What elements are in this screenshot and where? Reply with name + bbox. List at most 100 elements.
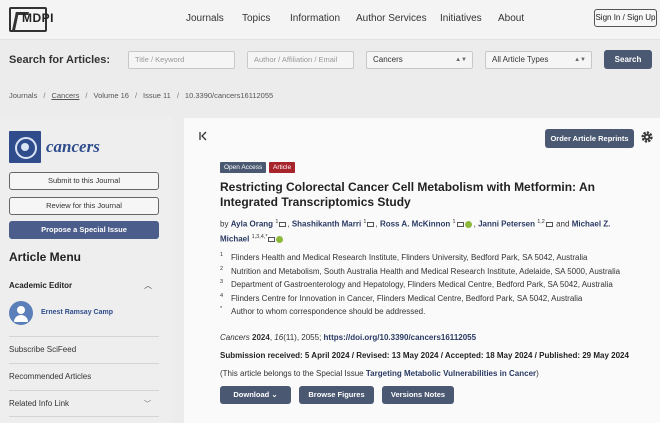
breadcrumb-separator: / <box>134 91 138 100</box>
nav-initiatives[interactable]: Initiatives <box>440 13 498 24</box>
journal-select-value: Cancers <box>373 55 403 64</box>
search-bar: Search for Articles: Title / Keyword Aut… <box>0 41 660 79</box>
breadcrumb-doi: 10.3390/cancers16112055 <box>184 91 274 100</box>
nav-about[interactable]: About <box>498 13 524 24</box>
nav-information[interactable]: Information <box>290 13 356 24</box>
editor-name-link[interactable]: Ernest Ramsay Camp <box>41 309 113 316</box>
breadcrumb-cancers[interactable]: Cancers <box>51 91 79 100</box>
email-icon[interactable] <box>456 222 464 228</box>
article-type-badge: Article <box>269 162 296 173</box>
by-label: by <box>220 219 229 229</box>
special-issue-suffix: ) <box>536 369 539 378</box>
email-icon[interactable] <box>545 222 553 228</box>
article-type-select[interactable]: All Article Types ▲▼ <box>485 51 592 69</box>
download-label: Download <box>233 390 270 399</box>
special-issue-note: (This article belongs to the Special Iss… <box>220 369 539 378</box>
and-label: and <box>556 219 570 229</box>
orcid-icon[interactable] <box>276 235 284 243</box>
gear-icon[interactable] <box>640 130 654 144</box>
author-list: by Ayla Orang 1, Shashikanth Marri 1, Ro… <box>220 219 611 244</box>
author-affil-sup: 1 <box>275 219 279 225</box>
divider <box>9 363 159 364</box>
article-title: Restricting Colorectal Cancer Cell Metab… <box>220 180 595 209</box>
title-keyword-input[interactable]: Title / Keyword <box>128 51 235 69</box>
download-button[interactable]: Download ⌄ <box>220 386 291 404</box>
versions-notes-button[interactable]: Versions Notes <box>382 386 454 404</box>
citation-journal: Cancers <box>220 333 250 342</box>
breadcrumb-issue[interactable]: Issue 11 <box>143 91 171 100</box>
chevron-down-icon: ▲▼ <box>574 57 586 63</box>
breadcrumb-journals[interactable]: Journals <box>9 91 37 100</box>
order-reprints-button[interactable]: Order Article Reprints <box>545 129 634 148</box>
chevron-down-icon: ⌄ <box>271 390 278 399</box>
article-type-value: All Article Types <box>492 55 549 64</box>
related-info-link[interactable]: Related Info Link <box>9 399 159 408</box>
author-name[interactable]: Ayla Orang <box>231 220 273 229</box>
author-name[interactable]: Janni Petersen <box>478 220 535 229</box>
email-icon[interactable] <box>279 222 287 228</box>
article-main: Order Article Reprints Open Access Artic… <box>184 118 660 423</box>
breadcrumb-volume[interactable]: Volume 16 <box>93 91 128 100</box>
affiliation-text: Author to whom correspondence should be … <box>231 307 426 316</box>
affiliation-number: 1 <box>220 252 224 258</box>
top-navigation: MDPI Journals Topics Information Author … <box>0 0 660 40</box>
review-for-journal-button[interactable]: Review for this Journal <box>9 197 159 215</box>
chevron-up-icon[interactable]: ︿ <box>144 280 152 291</box>
citation: Cancers 2024, 16(11), 2055; https://doi.… <box>220 333 477 342</box>
search-label: Search for Articles: <box>9 54 111 66</box>
submit-to-journal-button[interactable]: Submit to this Journal <box>9 172 159 190</box>
publication-dates: Submission received: 5 April 2024 / Revi… <box>220 351 629 360</box>
breadcrumb: Journals / Cancers / Volume 16 / Issue 1… <box>9 91 273 100</box>
nav-author-services[interactable]: Author Services <box>356 13 440 24</box>
browse-figures-button[interactable]: Browse Figures <box>299 386 374 404</box>
sidebar: cancers Submit to this Journal Review fo… <box>0 117 172 423</box>
orcid-icon[interactable] <box>464 221 472 229</box>
special-issue-link[interactable]: Targeting Metabolic Vulnerabilities in C… <box>366 369 536 378</box>
article-menu-title: Article Menu <box>9 250 82 264</box>
cancers-journal-logo[interactable] <box>9 131 41 163</box>
author-name[interactable]: Ross A. McKinnon <box>380 220 450 229</box>
sign-in-button[interactable]: Sign In / Sign Up <box>594 9 657 27</box>
citation-volume: 16 <box>274 333 284 342</box>
breadcrumb-separator: / <box>43 91 46 100</box>
chevron-down-icon[interactable]: ﹀ <box>144 399 151 409</box>
author-affil-sup: 1,3,4,* <box>251 233 268 240</box>
divider <box>9 336 159 337</box>
affiliation-number: 3 <box>220 279 224 285</box>
nav-journals[interactable]: Journals <box>186 13 242 24</box>
doi-link[interactable]: https://doi.org/10.3390/cancers16112055 <box>324 333 477 342</box>
author-name[interactable]: Shashikanth Marri <box>292 220 361 229</box>
nav-topics[interactable]: Topics <box>242 13 290 24</box>
avatar <box>9 301 33 325</box>
main-nav: Journals Topics Information Author Servi… <box>186 13 524 24</box>
open-access-badge: Open Access <box>220 162 267 173</box>
affiliation-text: Flinders Health and Medical Research Ins… <box>231 253 588 262</box>
affiliation-number: * <box>220 306 223 312</box>
academic-editor-label[interactable]: Academic Editor <box>9 281 72 290</box>
propose-special-issue-button[interactable]: Propose a Special Issue <box>9 221 159 239</box>
divider <box>9 416 159 417</box>
mdpi-logo[interactable]: MDPI <box>9 7 54 32</box>
affiliation-text: Flinders Centre for Innovation in Cancer… <box>231 293 583 303</box>
breadcrumb-separator: / <box>176 91 179 100</box>
affiliation-text: Department of Gastroenterology and Hepat… <box>231 280 613 289</box>
affiliation-text: Nutrition and Metabolism, South Australi… <box>231 266 621 276</box>
breadcrumb-separator: / <box>85 91 88 100</box>
affiliation-number: 4 <box>220 292 224 299</box>
collapse-sidebar-icon[interactable] <box>198 130 210 142</box>
chevron-down-icon: ▲▼ <box>455 57 467 63</box>
search-button[interactable]: Search <box>604 50 652 69</box>
email-icon[interactable] <box>268 236 276 242</box>
citation-issue-pages: (11), 2055; <box>283 333 322 342</box>
email-icon[interactable] <box>367 222 375 228</box>
citation-year: 2024 <box>252 333 270 342</box>
author-affil-sup: 1,2 <box>537 219 545 225</box>
author-affil-sup: 1 <box>363 219 367 225</box>
special-issue-prefix: (This article belongs to the Special Iss… <box>220 369 364 378</box>
recommended-articles-link[interactable]: Recommended Articles <box>9 372 159 381</box>
journal-select[interactable]: Cancers ▲▼ <box>366 51 473 69</box>
subscribe-scifeed-link[interactable]: Subscribe SciFeed <box>9 345 159 354</box>
journal-name[interactable]: cancers <box>46 137 100 157</box>
divider <box>9 390 159 391</box>
author-affiliation-input[interactable]: Author / Affiliation / Email <box>247 51 354 69</box>
